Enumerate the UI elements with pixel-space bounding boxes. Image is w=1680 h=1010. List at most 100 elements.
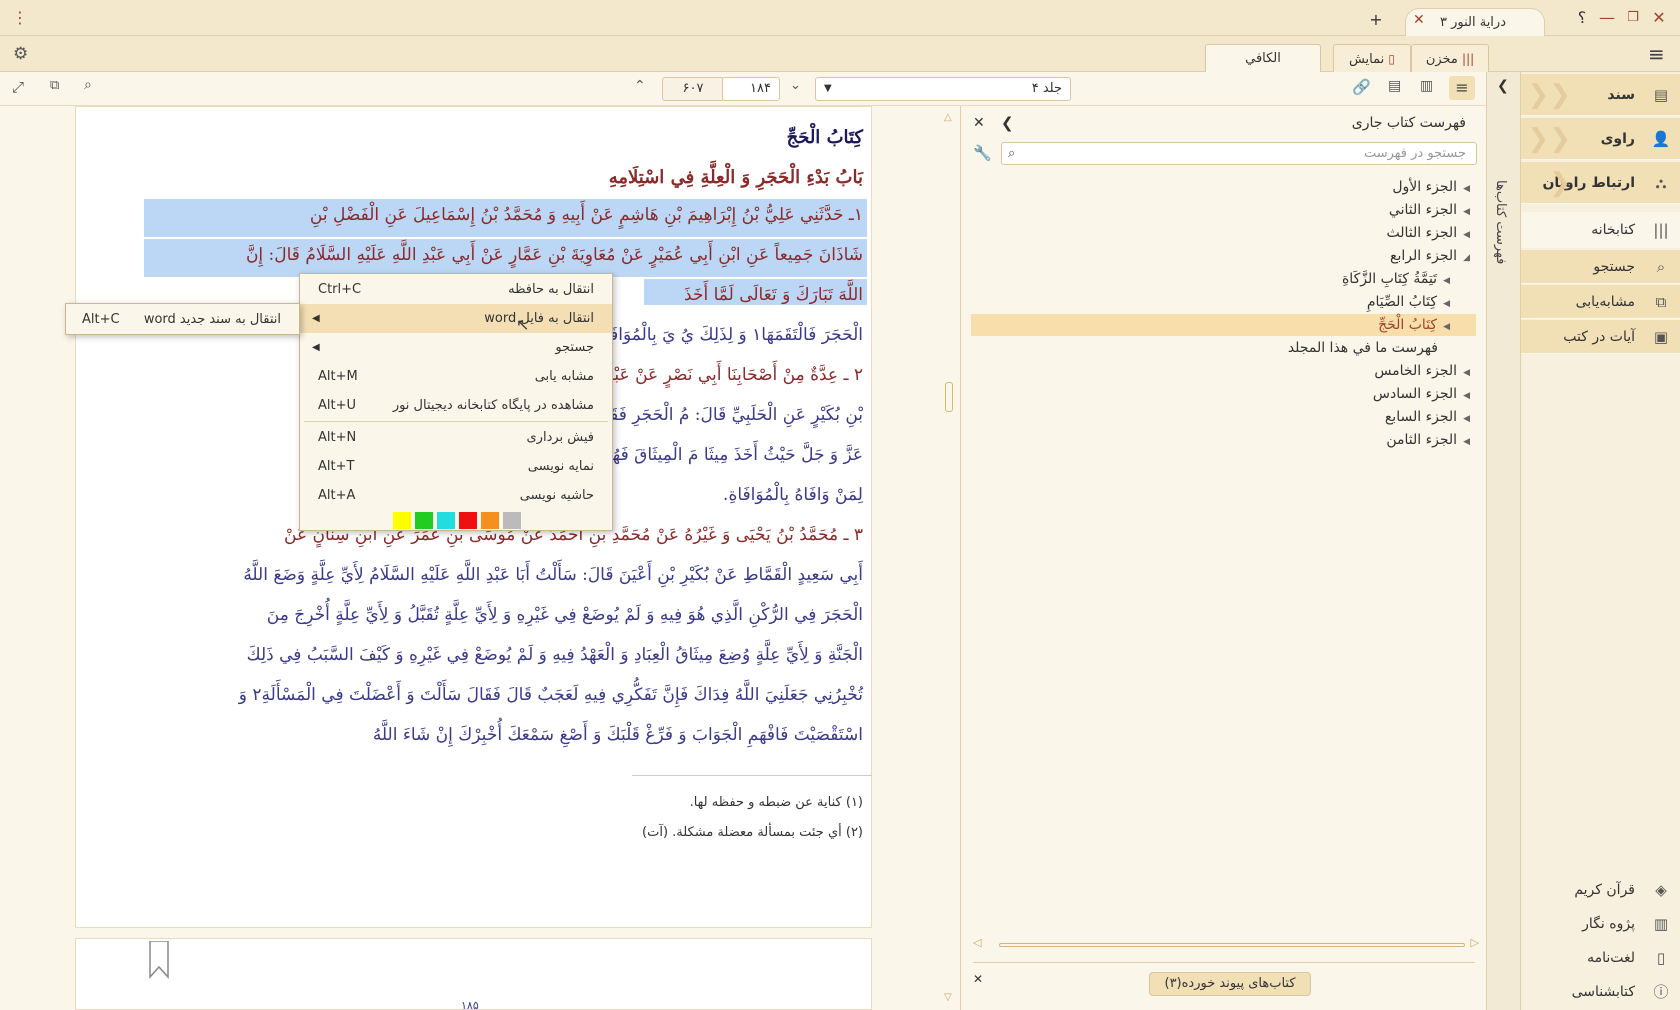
hamburger-menu-icon[interactable]: ≡ xyxy=(1648,42,1665,66)
sidebar-item-sanad[interactable]: ❮❮ ▤ سند xyxy=(1521,74,1680,116)
toc-item[interactable]: ◀الجزء الأول xyxy=(1392,176,1470,198)
scroll-up-icon[interactable]: △ xyxy=(944,112,952,123)
color-swatch-gray[interactable] xyxy=(503,512,521,529)
menu-item-word[interactable]: انتقال به فایل word ◀ xyxy=(300,304,612,333)
sidebar-item-ketabshenasi[interactable]: ⓘ کتابشناسی xyxy=(1521,974,1680,1010)
list-view-icon[interactable]: ≡ xyxy=(1449,76,1475,100)
close-window-icon[interactable]: ✕ xyxy=(1647,6,1671,30)
tab-namayesh[interactable]: ▯ نمایش xyxy=(1333,44,1411,72)
sidebar-item-ketabkhane[interactable]: ||| کتابخانه xyxy=(1521,212,1680,248)
new-tab-button[interactable]: + xyxy=(1364,8,1388,32)
hadith-line[interactable]: اللَّهَ تَبَارَكَ وَ تَعَالَى لَمَّا أَخ… xyxy=(684,285,863,305)
close-panel-icon[interactable]: ✕ xyxy=(973,115,985,131)
help-button[interactable]: ؟ xyxy=(1570,6,1594,30)
menu-dots-icon[interactable]: ⋮ xyxy=(8,6,32,30)
hadith-line[interactable]: تُخْبِرُنِي جَعَلَنِيَ اللَّهُ فِدَاكَ ف… xyxy=(239,685,863,705)
page-number-input[interactable]: ۱۸۴ xyxy=(722,77,780,101)
toc-item[interactable]: ◀الجزء السابع xyxy=(1385,406,1470,428)
menu-item-note[interactable]: فیش برداری Alt+N xyxy=(300,423,612,452)
toc-item[interactable]: ◀الجزء الثامن xyxy=(1386,429,1470,451)
menu-item-similar[interactable]: مشابه یابی Alt+M xyxy=(300,362,612,391)
sidebar-item-label: راوی xyxy=(1600,131,1635,147)
bookmark-view-icon[interactable]: ▤ xyxy=(1388,78,1401,94)
mouse-cursor-icon: ↖ xyxy=(516,315,530,334)
book-list-strip[interactable]: ❮ فهرست کتاب‌ها xyxy=(1486,72,1520,1010)
chevron-left-icon[interactable]: ❮ xyxy=(1497,78,1509,94)
toc-item[interactable]: ◀الجزء الثاني xyxy=(1389,199,1470,221)
hadith-line[interactable]: الْحَجَرَ فَالْتَقَمَهَا١ وَ لِذَلِكَ يُ… xyxy=(591,325,863,345)
compare-icon[interactable]: ⧉ xyxy=(50,78,59,93)
hadith-line[interactable]: لِمَنْ وَافَاهُ بِالْمُوَافَاةِ. xyxy=(723,485,863,505)
sidebar-item-quran[interactable]: ◈ قرآن کریم xyxy=(1521,872,1680,908)
chevron-left-icon[interactable]: ❮ xyxy=(1001,114,1014,132)
settings-gear-icon[interactable]: ⚙ xyxy=(13,44,28,64)
search-icon[interactable]: ⌕ xyxy=(84,77,92,93)
page-total: ۶۰۷ xyxy=(662,77,724,101)
menu-item-search[interactable]: جستجو ◀ xyxy=(300,333,612,362)
sidebar-item-label: لغت‌نامه xyxy=(1587,950,1635,966)
menu-item-margin[interactable]: حاشیه نویسی Alt+A xyxy=(300,481,612,510)
color-swatch-yellow[interactable] xyxy=(393,512,411,529)
bookmark-icon[interactable] xyxy=(148,941,170,979)
app-tab[interactable]: دراية النور ٣ xyxy=(1405,8,1545,36)
hadith-line[interactable]: أَبِي سَعِيدٍ الْقَمَّاطِ عَنْ بُكَيْرِ … xyxy=(243,565,863,585)
color-swatch-orange[interactable] xyxy=(481,512,499,529)
chevron-decoration: ❮ xyxy=(1549,168,1571,198)
sidebar-item-pajoohe[interactable]: ▥ پژوه نگار xyxy=(1521,906,1680,942)
similar-docs-icon: ⧉ xyxy=(1655,293,1667,311)
scrollbar-thumb[interactable] xyxy=(999,943,1465,947)
menu-item-new-word-doc[interactable]: انتقال به سند جدید word Alt+C xyxy=(66,305,299,334)
scroll-left-icon[interactable]: ◁ xyxy=(973,936,981,949)
hadith-line[interactable]: ١ـ حَدَّثَنِي عَلِيُّ بْنُ إِبْرَاهِيمَ … xyxy=(310,205,863,225)
tab-book-kafi[interactable]: الكافي xyxy=(1205,44,1321,72)
sidebar-item-ravi[interactable]: ❮❮ 👤 راوی xyxy=(1521,118,1680,160)
link-icon[interactable]: 🔗 xyxy=(1352,78,1371,96)
toc-item[interactable]: ◢الجزء الرابع xyxy=(1390,245,1470,267)
sidebar-item-ertebat[interactable]: ❮ ⛬ ارتباط راویان xyxy=(1521,162,1680,204)
color-swatch-red[interactable] xyxy=(459,512,477,529)
page-down-icon[interactable]: ⌄ xyxy=(790,78,801,93)
hadith-line[interactable]: شَاذَانَ جَمِيعاً عَنِ ابْنِ أَبِي عُمَي… xyxy=(246,245,863,265)
sidebar-item-label: کتابشناسی xyxy=(1571,984,1635,1000)
book-view-icon[interactable]: ▥ xyxy=(1420,78,1433,94)
toc-search-input[interactable]: جستجو در فهرست ⌕ xyxy=(1001,142,1477,165)
close-linked-icon[interactable]: ✕ xyxy=(973,972,983,986)
hadith-line[interactable]: الْحَجَرَ فِي الرُّكْنِ الَّذِي هُوَ فِي… xyxy=(267,605,863,625)
hadith-line[interactable]: الْجَنَّةِ وَ لِأَيِّ عِلَّةٍ وُضِعَ مِي… xyxy=(247,645,863,665)
toc-item-selected[interactable]: ◀كِتَابُ الْحَجِّ xyxy=(1378,314,1450,336)
tab-book-kafi-label: الكافي xyxy=(1245,51,1281,66)
restore-icon[interactable]: ❐ xyxy=(1621,6,1645,30)
toc-item[interactable]: ◀تَتِمَّةُ كِتَابِ الزَّكَاةِ xyxy=(1342,268,1450,290)
toc-item[interactable]: ◀كِتَابُ الصِّيَامِ xyxy=(1367,291,1450,313)
toc-item[interactable]: ◀الجزء الخامس xyxy=(1374,360,1470,382)
menu-item-index[interactable]: نمایه نویسی Alt+T xyxy=(300,452,612,481)
hadith-line[interactable]: ٢ ـ عِدَّةٌ مِنْ أَصْحَابِنَا أَبِي نَصْ… xyxy=(575,365,863,385)
sidebar-item-ayat[interactable]: ▣ آیات در کتب xyxy=(1521,320,1680,354)
toc-item[interactable]: فهرست ما في هذا المجلد xyxy=(1288,337,1438,359)
tab-makhzan[interactable]: ||| مخزن xyxy=(1411,44,1489,72)
splitter-handle[interactable] xyxy=(945,382,953,412)
expand-icon[interactable]: ⤢ xyxy=(12,78,24,96)
color-swatch-cyan[interactable] xyxy=(437,512,455,529)
horizontal-scrollbar[interactable]: ◁ ▷ xyxy=(973,936,1479,952)
linked-books-button[interactable]: کتاب‌های پیوند خورده(۳) xyxy=(1149,972,1311,996)
menu-item-copy[interactable]: انتقال به حافظه Ctrl+C xyxy=(300,275,612,304)
chevron-down-icon: ▼ xyxy=(824,83,832,94)
toc-item[interactable]: ◀الجزء الثالث xyxy=(1386,222,1470,244)
color-swatch-green[interactable] xyxy=(415,512,433,529)
wrench-icon[interactable]: 🔧 xyxy=(973,144,992,162)
title-bar: ⋮ + دراية النور ٣ ✕ ؟ — ❐ ✕ xyxy=(0,0,1680,36)
hadith-line[interactable]: اسْتَقْصَيْتَ فَافْهَمِ الْجَوَابَ وَ فَ… xyxy=(373,725,863,745)
volume-select[interactable]: جلد ۴ ▼ xyxy=(815,77,1071,101)
page-up-icon[interactable]: ⌃ xyxy=(634,78,646,94)
sidebar-item-jostejoo[interactable]: ⌕ جستجو xyxy=(1521,250,1680,284)
toc-item[interactable]: ◀الجزء السادس xyxy=(1373,383,1470,405)
minimize-icon[interactable]: — xyxy=(1595,6,1619,30)
menu-item-noor-library[interactable]: مشاهده در پایگاه کتابخانه دیجیتال نور Alt… xyxy=(300,391,612,420)
notebook-icon: ▥ xyxy=(1653,915,1669,933)
sidebar-item-moshabeh[interactable]: ⧉ مشابه‌یابی xyxy=(1521,285,1680,319)
scroll-right-icon[interactable]: ▷ xyxy=(1471,936,1479,949)
scroll-down-icon[interactable]: ▽ xyxy=(944,992,952,1003)
tab-close-icon[interactable]: ✕ xyxy=(1413,12,1425,28)
sidebar-item-loghat[interactable]: ▯ لغت‌نامه xyxy=(1521,940,1680,976)
